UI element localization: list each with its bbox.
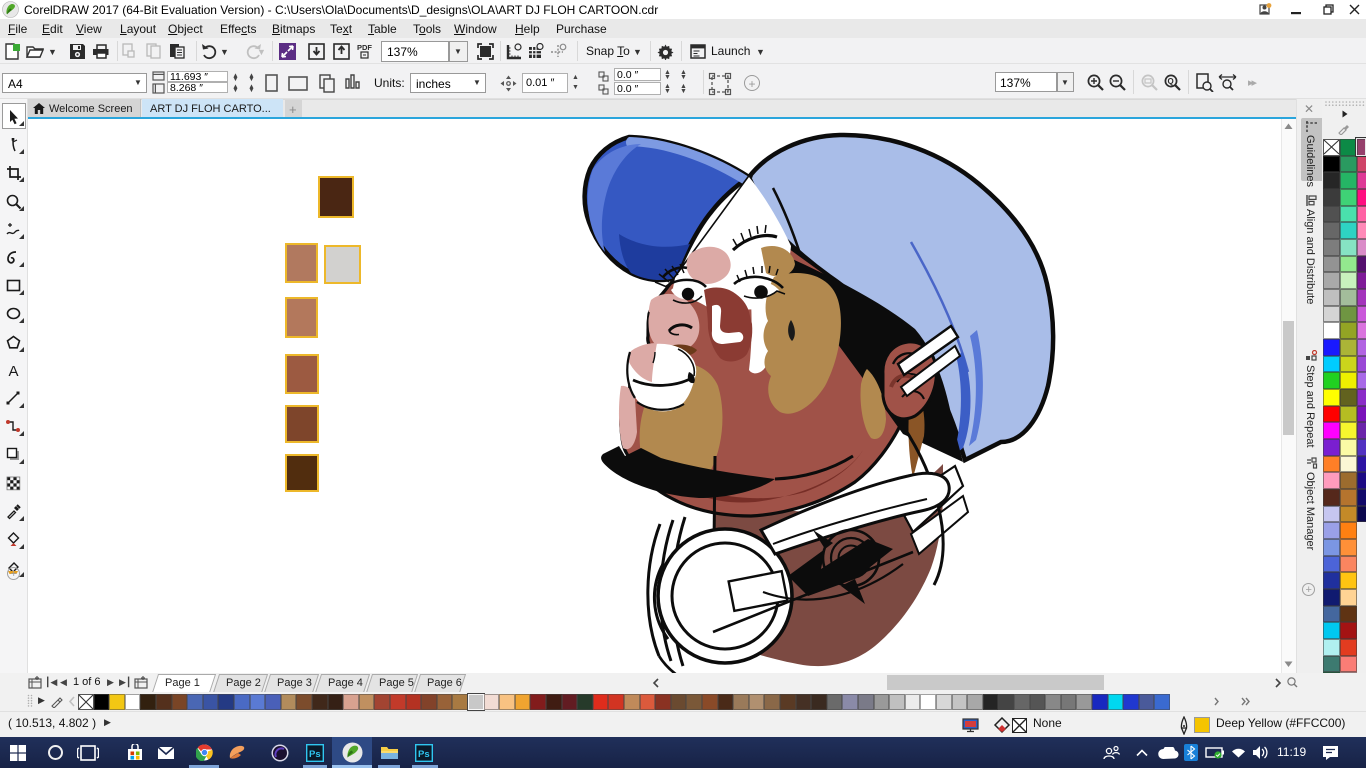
svg-text:Ps: Ps: [418, 749, 430, 760]
svg-text:PDF: PDF: [357, 43, 372, 52]
svg-text:Ps: Ps: [309, 749, 321, 760]
svg-text:Q: Q: [1168, 77, 1174, 86]
svg-text:A: A: [9, 363, 19, 379]
